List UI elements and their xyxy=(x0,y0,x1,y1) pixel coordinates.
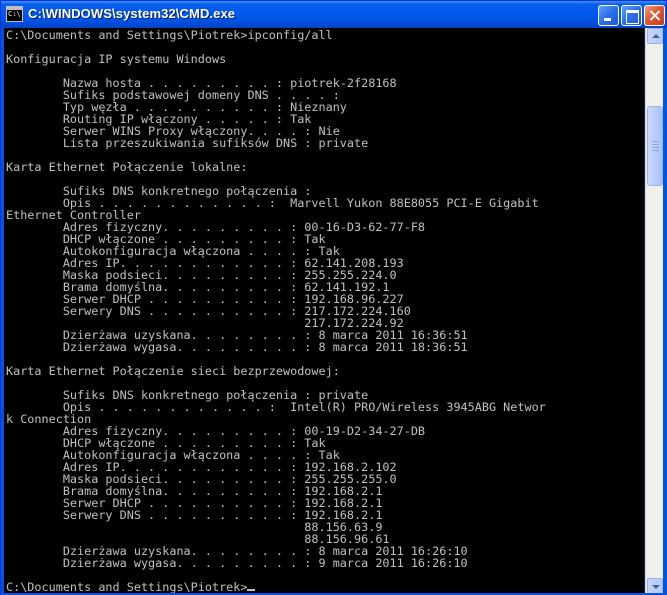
title-bar[interactable]: C:\ C:\WINDOWS\system32\CMD.exe xyxy=(1,1,666,28)
scroll-down-button[interactable] xyxy=(647,578,663,594)
arrow-down-icon xyxy=(652,585,660,589)
console-line: Dzierżawa wygasa. . . . . . . . . : 8 ma… xyxy=(6,340,468,354)
console-line: C:\Documents and Settings\Piotrek>ipconf… xyxy=(6,28,333,42)
console-line: Karta Ethernet Połączenie sieci bezprzew… xyxy=(6,364,340,378)
console-output[interactable]: C:\Documents and Settings\Piotrek>ipconf… xyxy=(4,28,644,594)
scroll-up-button[interactable] xyxy=(647,28,663,44)
console-line: C:\Documents and Settings\Piotrek> xyxy=(6,581,546,593)
grip-icon xyxy=(652,144,659,145)
minimize-button[interactable] xyxy=(598,5,619,26)
cmd-window: C:\ C:\WINDOWS\system32\CMD.exe C:\Docum… xyxy=(0,0,667,595)
console-lines: C:\Documents and Settings\Piotrek>ipconf… xyxy=(6,29,546,593)
console-line: Dzierżawa wygasa. . . . . . . . . : 9 ma… xyxy=(6,556,468,570)
grip-icon xyxy=(652,150,659,151)
scrollbar-thumb[interactable] xyxy=(647,106,663,186)
text-cursor xyxy=(247,589,256,591)
maximize-button[interactable] xyxy=(621,5,642,26)
console-line: Karta Ethernet Połączenie lokalne: xyxy=(6,160,248,174)
grip-icon xyxy=(652,147,659,148)
cmd-icon-text: C:\ xyxy=(8,10,21,18)
console-line: Lista przeszukiwania sufiksów DNS : priv… xyxy=(6,136,369,150)
grip-icon xyxy=(652,141,659,142)
vertical-scrollbar[interactable] xyxy=(645,28,663,594)
window-frame-right xyxy=(663,28,667,595)
window-title: C:\WINDOWS\system32\CMD.exe xyxy=(28,6,236,21)
console-line: Konfiguracja IP systemu Windows xyxy=(6,52,227,66)
close-button[interactable] xyxy=(644,5,665,26)
arrow-up-icon xyxy=(652,34,660,38)
cmd-icon[interactable]: C:\ xyxy=(6,6,23,22)
